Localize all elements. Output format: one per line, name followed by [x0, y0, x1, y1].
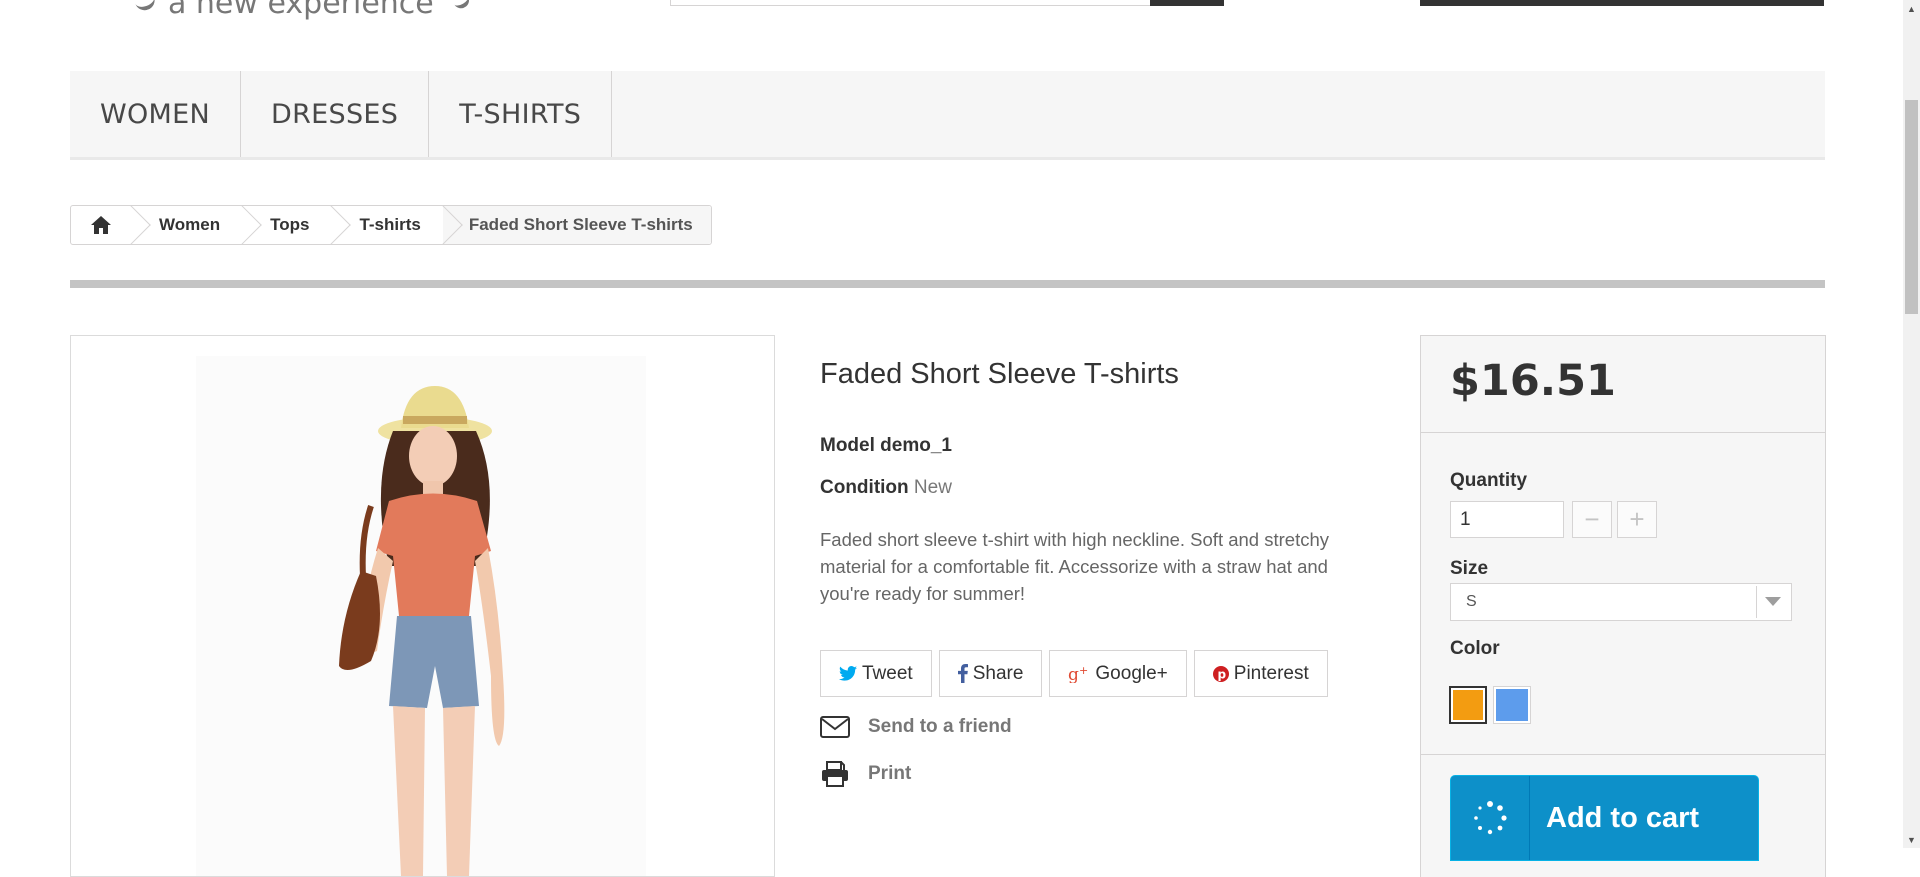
pinterest-icon: p — [1212, 665, 1229, 682]
pinterest-button[interactable]: p Pinterest — [1193, 650, 1328, 697]
product-price: $16.51 — [1450, 356, 1616, 406]
add-to-cart-button[interactable]: Add to cart — [1450, 775, 1759, 861]
send-to-friend-link[interactable]: Send to a friend — [820, 716, 1012, 738]
googleplus-label: Google+ — [1095, 662, 1168, 684]
print-link[interactable]: Print — [820, 761, 911, 787]
color-swatch-blue[interactable] — [1493, 686, 1531, 724]
model-label: Model — [820, 435, 875, 456]
scroll-up-arrow-icon[interactable]: ▲ — [1903, 0, 1920, 17]
size-dropdown-arrow[interactable] — [1756, 586, 1789, 618]
loading-spinner-icon — [1451, 776, 1530, 860]
logo-tagline-text: a new experience — [168, 0, 434, 21]
buy-box: $16.51 Quantity 1 − + Size S Color Add t… — [1420, 335, 1826, 877]
quantity-decrease-button[interactable]: − — [1572, 501, 1612, 538]
product-title: Faded Short Sleeve T-shirts — [820, 358, 1179, 390]
breadcrumb: Women Tops T-shirts Faded Short Sleeve T… — [70, 205, 712, 245]
size-select[interactable]: S — [1450, 583, 1792, 621]
logo-swoosh-right — [451, 0, 472, 12]
send-to-friend-label: Send to a friend — [868, 716, 1012, 737]
quantity-label: Quantity — [1450, 470, 1528, 491]
product-options: Quantity 1 − + Size S Color — [1421, 433, 1825, 724]
product-image[interactable] — [70, 335, 775, 877]
search-input[interactable] — [670, 0, 1152, 6]
facebook-icon — [957, 664, 968, 683]
condition-value: New — [913, 477, 952, 498]
price-box: $16.51 — [1421, 336, 1825, 433]
product-condition: Condition New — [820, 477, 952, 499]
tweet-label: Tweet — [862, 662, 913, 684]
size-selected-value: S — [1466, 593, 1477, 610]
model-value: demo_1 — [880, 435, 952, 456]
scrollbar-thumb[interactable] — [1905, 100, 1918, 314]
color-label: Color — [1450, 638, 1500, 659]
menu-item-women[interactable]: WOMEN — [70, 71, 242, 157]
section-divider — [70, 280, 1825, 288]
logo-tagline[interactable]: a new experience — [134, 0, 472, 21]
add-to-cart-area: Add to cart — [1421, 754, 1825, 877]
menu-item-tshirts[interactable]: T-SHIRTS — [429, 71, 613, 157]
vertical-scrollbar[interactable]: ▲ ▼ — [1903, 0, 1920, 848]
add-to-cart-label: Add to cart — [1546, 801, 1700, 834]
menu-item-dresses[interactable]: DRESSES — [241, 71, 430, 157]
logo-swoosh-left — [134, 0, 158, 14]
scroll-down-arrow-icon[interactable]: ▼ — [1903, 831, 1920, 848]
svg-text:g: g — [1068, 665, 1079, 683]
plus-icon: + — [1629, 504, 1645, 534]
svg-text:+: + — [1079, 665, 1088, 677]
breadcrumb-current: Faded Short Sleeve T-shirts — [442, 206, 711, 244]
printer-icon — [822, 761, 848, 787]
googleplus-button[interactable]: g + Google+ — [1049, 650, 1187, 697]
share-label: Share — [972, 662, 1024, 684]
home-icon — [91, 216, 111, 234]
main-menu: WOMEN DRESSES T-SHIRTS — [70, 71, 1825, 160]
size-label: Size — [1450, 558, 1489, 579]
product-photo — [196, 356, 646, 876]
googleplus-icon: g + — [1068, 665, 1088, 683]
quantity-input[interactable]: 1 — [1450, 501, 1564, 538]
pinterest-label: Pinterest — [1233, 662, 1309, 684]
social-sharing: Tweet Share g + Google+ p Pinterest — [820, 650, 1328, 697]
tweet-button[interactable]: Tweet — [820, 650, 932, 697]
minus-icon: − — [1584, 504, 1600, 534]
color-swatch-orange[interactable] — [1449, 686, 1487, 724]
print-label: Print — [868, 763, 912, 784]
envelope-icon — [820, 716, 850, 738]
header-cart-block[interactable] — [1420, 0, 1824, 6]
svg-text:p: p — [1217, 667, 1226, 681]
search-button[interactable] — [1150, 0, 1224, 6]
share-button[interactable]: Share — [938, 650, 1043, 697]
product-model: Model demo_1 — [820, 435, 952, 457]
twitter-icon — [839, 666, 857, 681]
chevron-down-icon — [1765, 597, 1781, 606]
product-description: Faded short sleeve t-shirt with high nec… — [820, 529, 1330, 604]
quantity-increase-button[interactable]: + — [1617, 501, 1657, 538]
condition-label: Condition — [820, 477, 909, 498]
